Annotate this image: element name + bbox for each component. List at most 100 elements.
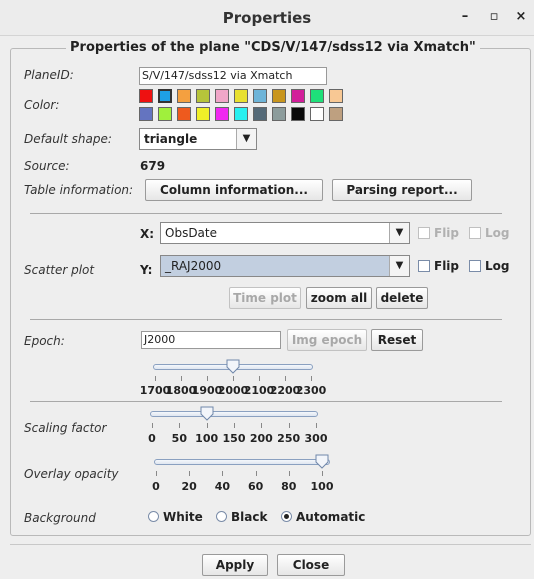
color-swatch[interactable] xyxy=(177,107,191,121)
x-flip-checkbox[interactable]: Flip xyxy=(418,226,459,240)
scaling-slider-thumb[interactable] xyxy=(200,406,214,421)
slider-tick-label: 300 xyxy=(304,432,328,445)
slider-tick xyxy=(322,471,323,476)
separator xyxy=(30,401,502,402)
epoch-label: Epoch: xyxy=(24,334,65,348)
planeid-field[interactable]: S/V/147/sdss12 via Xmatch xyxy=(139,67,327,85)
slider-tick xyxy=(179,423,181,428)
color-swatch[interactable] xyxy=(272,89,286,103)
time-plot-button[interactable]: Time plot xyxy=(229,287,301,309)
slider-tick xyxy=(311,376,312,381)
window-title: Properties xyxy=(222,9,312,27)
default-shape-select[interactable]: triangle ▼ xyxy=(139,128,257,150)
parsing-report-button[interactable]: Parsing report... xyxy=(332,179,472,201)
opacity-slider-thumb[interactable] xyxy=(315,454,329,469)
background-option-label: Automatic xyxy=(296,510,366,524)
slider-track[interactable] xyxy=(154,459,330,465)
maximize-icon[interactable]: ▫ xyxy=(485,8,503,26)
close-button[interactable]: Close xyxy=(277,554,345,576)
zoom-all-button[interactable]: zoom all xyxy=(306,287,372,309)
background-radio-automatic[interactable]: Automatic xyxy=(281,510,365,524)
source-value: 679 xyxy=(140,159,166,173)
close-icon[interactable]: × xyxy=(512,8,530,26)
x-column-select[interactable]: ObsDate ▼ xyxy=(160,222,410,244)
chevron-down-icon: ▼ xyxy=(389,223,409,243)
background-radio-black[interactable]: Black xyxy=(216,510,267,524)
slider-tick-label: 40 xyxy=(214,480,231,493)
color-swatch[interactable] xyxy=(310,89,324,103)
chevron-down-icon: ▼ xyxy=(389,256,409,276)
color-swatch[interactable] xyxy=(158,107,172,121)
color-swatch[interactable] xyxy=(272,107,286,121)
reset-button[interactable]: Reset xyxy=(371,329,423,351)
separator xyxy=(30,213,502,214)
slider-tick xyxy=(259,376,260,381)
color-swatch[interactable] xyxy=(253,107,267,121)
slider-tick-label: 100 xyxy=(310,480,334,493)
slider-tick xyxy=(288,423,290,428)
minimize-icon[interactable]: – xyxy=(456,8,474,26)
color-swatch[interactable] xyxy=(196,107,210,121)
delete-button[interactable]: delete xyxy=(376,287,428,309)
color-swatch[interactable] xyxy=(253,89,267,103)
color-swatch[interactable] xyxy=(215,89,229,103)
color-swatch[interactable] xyxy=(158,89,172,103)
checkbox-icon xyxy=(418,260,430,272)
slider-tick xyxy=(255,471,257,476)
overlay-opacity-label: Overlay opacity xyxy=(24,467,119,481)
slider-tick-label: 20 xyxy=(181,480,197,493)
slider-tick-label: 50 xyxy=(171,432,187,445)
epoch-slider-thumb[interactable] xyxy=(226,359,240,374)
y-axis-label: Y: xyxy=(140,263,153,277)
slider-tick-label: 250 xyxy=(277,432,301,445)
y-log-label: Log xyxy=(485,259,510,273)
img-epoch-button[interactable]: Img epoch xyxy=(287,329,367,351)
y-log-checkbox[interactable]: Log xyxy=(469,259,509,273)
slider-tick xyxy=(206,423,208,428)
radio-icon xyxy=(148,511,159,522)
slider-tick-label: 2300 xyxy=(295,384,327,397)
checkbox-icon xyxy=(418,227,430,239)
epoch-field[interactable]: J2000 xyxy=(141,331,281,349)
color-swatch[interactable] xyxy=(310,107,324,121)
color-swatch[interactable] xyxy=(215,107,229,121)
radio-icon xyxy=(216,511,227,522)
slider-tick xyxy=(155,376,156,381)
y-column-value: _RAJ2000 xyxy=(165,259,222,273)
slider-tick xyxy=(156,471,157,476)
x-axis-label: X: xyxy=(140,227,155,241)
checkbox-icon xyxy=(469,260,481,272)
slider-tick xyxy=(152,423,153,428)
color-swatch[interactable] xyxy=(196,89,210,103)
color-swatch[interactable] xyxy=(329,89,343,103)
color-swatch[interactable] xyxy=(234,107,248,121)
color-swatch[interactable] xyxy=(234,89,248,103)
color-swatch[interactable] xyxy=(291,107,305,121)
slider-tick-label: 0 xyxy=(152,480,160,493)
slider-tick-label: 100 xyxy=(195,432,219,445)
apply-button[interactable]: Apply xyxy=(202,554,268,576)
x-flip-label: Flip xyxy=(434,226,460,240)
x-log-checkbox[interactable]: Log xyxy=(469,226,509,240)
y-flip-checkbox[interactable]: Flip xyxy=(418,259,459,273)
slider-tick xyxy=(285,376,286,381)
color-swatch[interactable] xyxy=(139,89,153,103)
column-information-button[interactable]: Column information... xyxy=(145,179,323,201)
checkbox-icon xyxy=(469,227,481,239)
scaling-factor-label: Scaling factor xyxy=(24,421,107,435)
color-swatch[interactable] xyxy=(291,89,305,103)
y-column-select[interactable]: _RAJ2000 ▼ xyxy=(160,255,410,277)
background-option-label: Black xyxy=(231,510,268,524)
default-shape-value: triangle xyxy=(144,132,198,146)
color-swatch[interactable] xyxy=(329,107,343,121)
panel-title: Properties of the plane "CDS/V/147/sdss1… xyxy=(66,40,480,55)
slider-tick xyxy=(316,423,317,428)
scatter-plot-label: Scatter plot xyxy=(24,263,95,277)
slider-track[interactable] xyxy=(150,411,318,417)
background-radio-white[interactable]: White xyxy=(148,510,203,524)
color-swatch[interactable] xyxy=(177,89,191,103)
slider-tick-label: 200 xyxy=(249,432,273,445)
color-label: Color: xyxy=(24,98,60,112)
table-information-label: Table information: xyxy=(24,183,134,197)
color-swatch[interactable] xyxy=(139,107,153,121)
